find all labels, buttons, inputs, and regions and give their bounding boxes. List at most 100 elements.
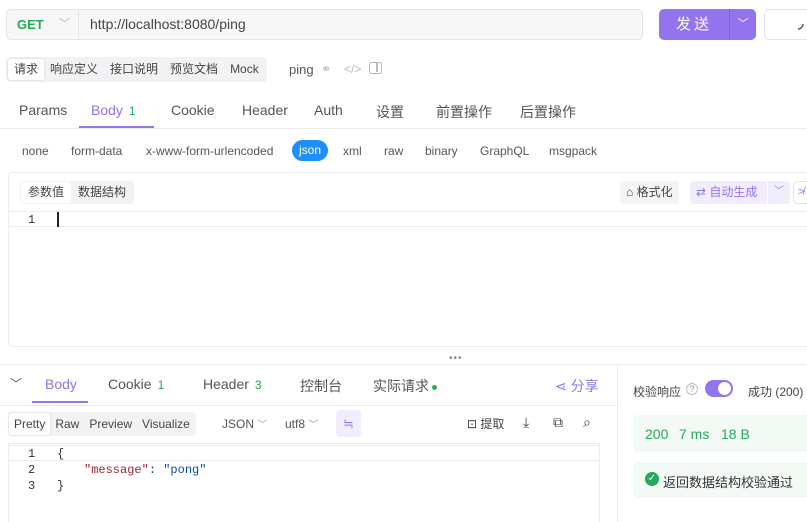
collapse-chevron-icon[interactable]: ﹀ <box>10 375 22 392</box>
help-icon[interactable]: ? <box>686 383 698 395</box>
body-type-form-data[interactable]: form-data <box>71 144 122 158</box>
doc-tab-response-def[interactable]: 响应定义 <box>44 59 104 80</box>
editor-mode-toggle: 参数值 数据结构 <box>20 181 135 204</box>
doc-tab-preview[interactable]: 预览文档 <box>164 59 224 80</box>
tab-body[interactable]: Body 1 <box>91 102 136 118</box>
format-icon: ⌂ <box>626 185 634 199</box>
resp-tab-cookie[interactable]: Cookie 1 <box>108 376 164 392</box>
download-icon[interactable]: ⤓ <box>523 414 529 431</box>
refresh-icon: ⇄ <box>696 185 707 199</box>
format-select[interactable]: JSON ﹀ <box>222 416 267 431</box>
resp-tab-header[interactable]: Header 3 <box>203 376 262 392</box>
body-type-graphql[interactable]: GraphQL <box>480 144 529 158</box>
send-button[interactable]: 发送 ﹀ <box>659 9 756 40</box>
validation-result: ✓ 返回数据结构校验通过 <box>633 462 807 498</box>
request-tabs: Params Body 1 Cookie Header Auth 设置 前置操作 … <box>0 94 807 129</box>
header-count-badge: 3 <box>254 378 262 392</box>
validation-success-select[interactable]: 成功 (200) <box>748 383 803 400</box>
text-caret <box>57 212 59 227</box>
line-number: 3 <box>28 479 36 493</box>
tab-settings[interactable]: 设置 <box>376 102 404 122</box>
resp-tab-actual-label: 实际请求 <box>373 378 429 394</box>
format-button[interactable]: ⌂ 格式化 <box>620 181 679 204</box>
autogen-button[interactable]: ⇄ 自动生成 <box>690 181 767 204</box>
more-icon[interactable]: ≯ <box>793 181 807 204</box>
doc-tab-api-desc[interactable]: 接口说明 <box>104 59 164 80</box>
view-preview[interactable]: Preview <box>84 413 137 435</box>
api-name: ping <box>289 62 314 77</box>
tab-auth[interactable]: Auth <box>314 102 343 118</box>
wrap-lines-icon[interactable]: ≒ <box>336 410 361 437</box>
drag-handle[interactable]: ••• <box>449 353 463 364</box>
view-visualize[interactable]: Visualize <box>137 413 195 435</box>
body-type-xml[interactable]: xml <box>343 144 362 158</box>
share-label: 分享 <box>570 378 599 394</box>
line-number: 1 <box>28 213 36 227</box>
tab-cookie[interactable]: Cookie <box>171 102 215 118</box>
body-type-binary[interactable]: binary <box>425 144 458 158</box>
splitter[interactable] <box>0 364 807 365</box>
active-tab-underline <box>32 401 88 403</box>
share-icon: ⋖ <box>555 378 567 394</box>
code-line: } <box>57 479 65 493</box>
extract-button[interactable]: ⊡ 提取 <box>467 415 504 432</box>
tab-pre-ops[interactable]: 前置操作 <box>436 102 492 122</box>
url-input[interactable]: http://localhost:8080/ping <box>90 10 246 39</box>
current-line-highlight <box>9 445 599 461</box>
body-type-json[interactable]: json <box>292 140 328 161</box>
mode-values[interactable]: 参数值 <box>21 182 72 203</box>
save-button[interactable] <box>764 9 807 40</box>
doc-tabs: 请求 响应定义 接口说明 预览文档 Mock <box>6 57 267 82</box>
view-pretty[interactable]: Pretty <box>9 413 51 435</box>
send-label: 发送 <box>675 16 712 33</box>
response-time: 7 ms <box>679 426 710 442</box>
check-circle-icon: ✓ <box>645 472 659 486</box>
doc-tab-mock[interactable]: Mock <box>224 59 265 80</box>
autogen-label: 自动生成 <box>709 185 758 199</box>
tab-params[interactable]: Params <box>19 102 67 118</box>
validation-toggle[interactable] <box>705 380 733 397</box>
divider <box>78 10 79 39</box>
json-key: "message" <box>84 463 149 477</box>
toggle-knob <box>718 382 731 395</box>
chevron-down-icon[interactable]: ﹀ <box>730 9 756 39</box>
mode-schema[interactable]: 数据结构 <box>71 182 133 203</box>
chevron-down-icon: ﹀ <box>308 420 319 431</box>
resp-tab-console[interactable]: 控制台 <box>300 376 342 396</box>
panel-icon[interactable] <box>369 62 382 74</box>
json-sep: : <box>148 463 164 477</box>
body-type-raw[interactable]: raw <box>384 144 403 158</box>
body-count-badge: 1 <box>128 104 136 118</box>
code-line: "message": "pong" <box>84 462 206 478</box>
resp-tab-body[interactable]: Body <box>45 376 77 392</box>
divider <box>617 365 618 522</box>
doc-tab-request[interactable]: 请求 <box>8 59 45 80</box>
search-icon[interactable]: ⌕ <box>583 414 591 431</box>
tab-header[interactable]: Header <box>242 102 288 118</box>
body-type-msgpack[interactable]: msgpack <box>549 144 597 158</box>
response-stats: 200 7 ms 18 B <box>633 415 807 452</box>
extract-label: 提取 <box>480 417 505 431</box>
share-button[interactable]: ⋖ 分享 <box>555 376 599 396</box>
tab-post-ops[interactable]: 后置操作 <box>520 102 576 122</box>
body-type-urlencoded[interactable]: x-www-form-urlencoded <box>146 144 273 158</box>
line-number: 1 <box>28 447 36 461</box>
chevron-down-icon[interactable]: ﹀ <box>59 10 70 39</box>
copy-icon[interactable]: ⧉ <box>553 414 563 431</box>
link-icon[interactable]: ⚭ <box>321 62 331 76</box>
status-code: 200 <box>645 426 669 442</box>
response-size: 18 B <box>721 426 750 442</box>
view-raw[interactable]: Raw <box>50 413 84 435</box>
code-icon[interactable]: </> <box>344 62 361 76</box>
cookie-count-badge: 1 <box>157 378 165 392</box>
resp-tab-cookie-label: Cookie <box>108 376 152 392</box>
encoding-value: utf8 <box>285 417 306 431</box>
method-select[interactable]: GET <box>17 10 44 39</box>
body-type-none[interactable]: none <box>22 144 49 158</box>
current-line-highlight <box>9 211 807 227</box>
code-line: { <box>57 447 65 461</box>
encoding-select[interactable]: utf8 ﹀ <box>285 416 318 431</box>
resp-tab-header-label: Header <box>203 376 249 392</box>
chevron-down-icon[interactable]: ﹀ <box>768 181 790 204</box>
resp-tab-actual-request[interactable]: 实际请求 <box>373 376 437 396</box>
